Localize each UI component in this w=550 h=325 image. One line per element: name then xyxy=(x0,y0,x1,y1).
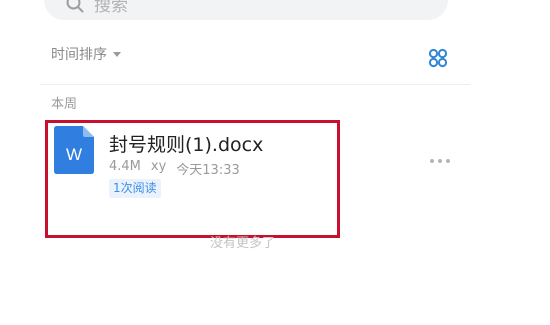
search-bar[interactable]: 搜索 xyxy=(44,0,448,20)
sort-dropdown[interactable]: 时间排序 xyxy=(51,44,121,64)
more-options-icon[interactable] xyxy=(430,158,450,164)
search-icon xyxy=(66,0,84,13)
end-of-list-text: 没有更多了 xyxy=(210,236,276,251)
caret-down-icon xyxy=(113,52,121,57)
section-label: 本周 xyxy=(51,97,78,112)
highlight-box xyxy=(45,120,340,238)
sort-label: 时间排序 xyxy=(51,47,107,63)
grid-view-icon[interactable] xyxy=(428,48,448,68)
search-placeholder: 搜索 xyxy=(94,0,128,16)
divider xyxy=(40,84,470,85)
